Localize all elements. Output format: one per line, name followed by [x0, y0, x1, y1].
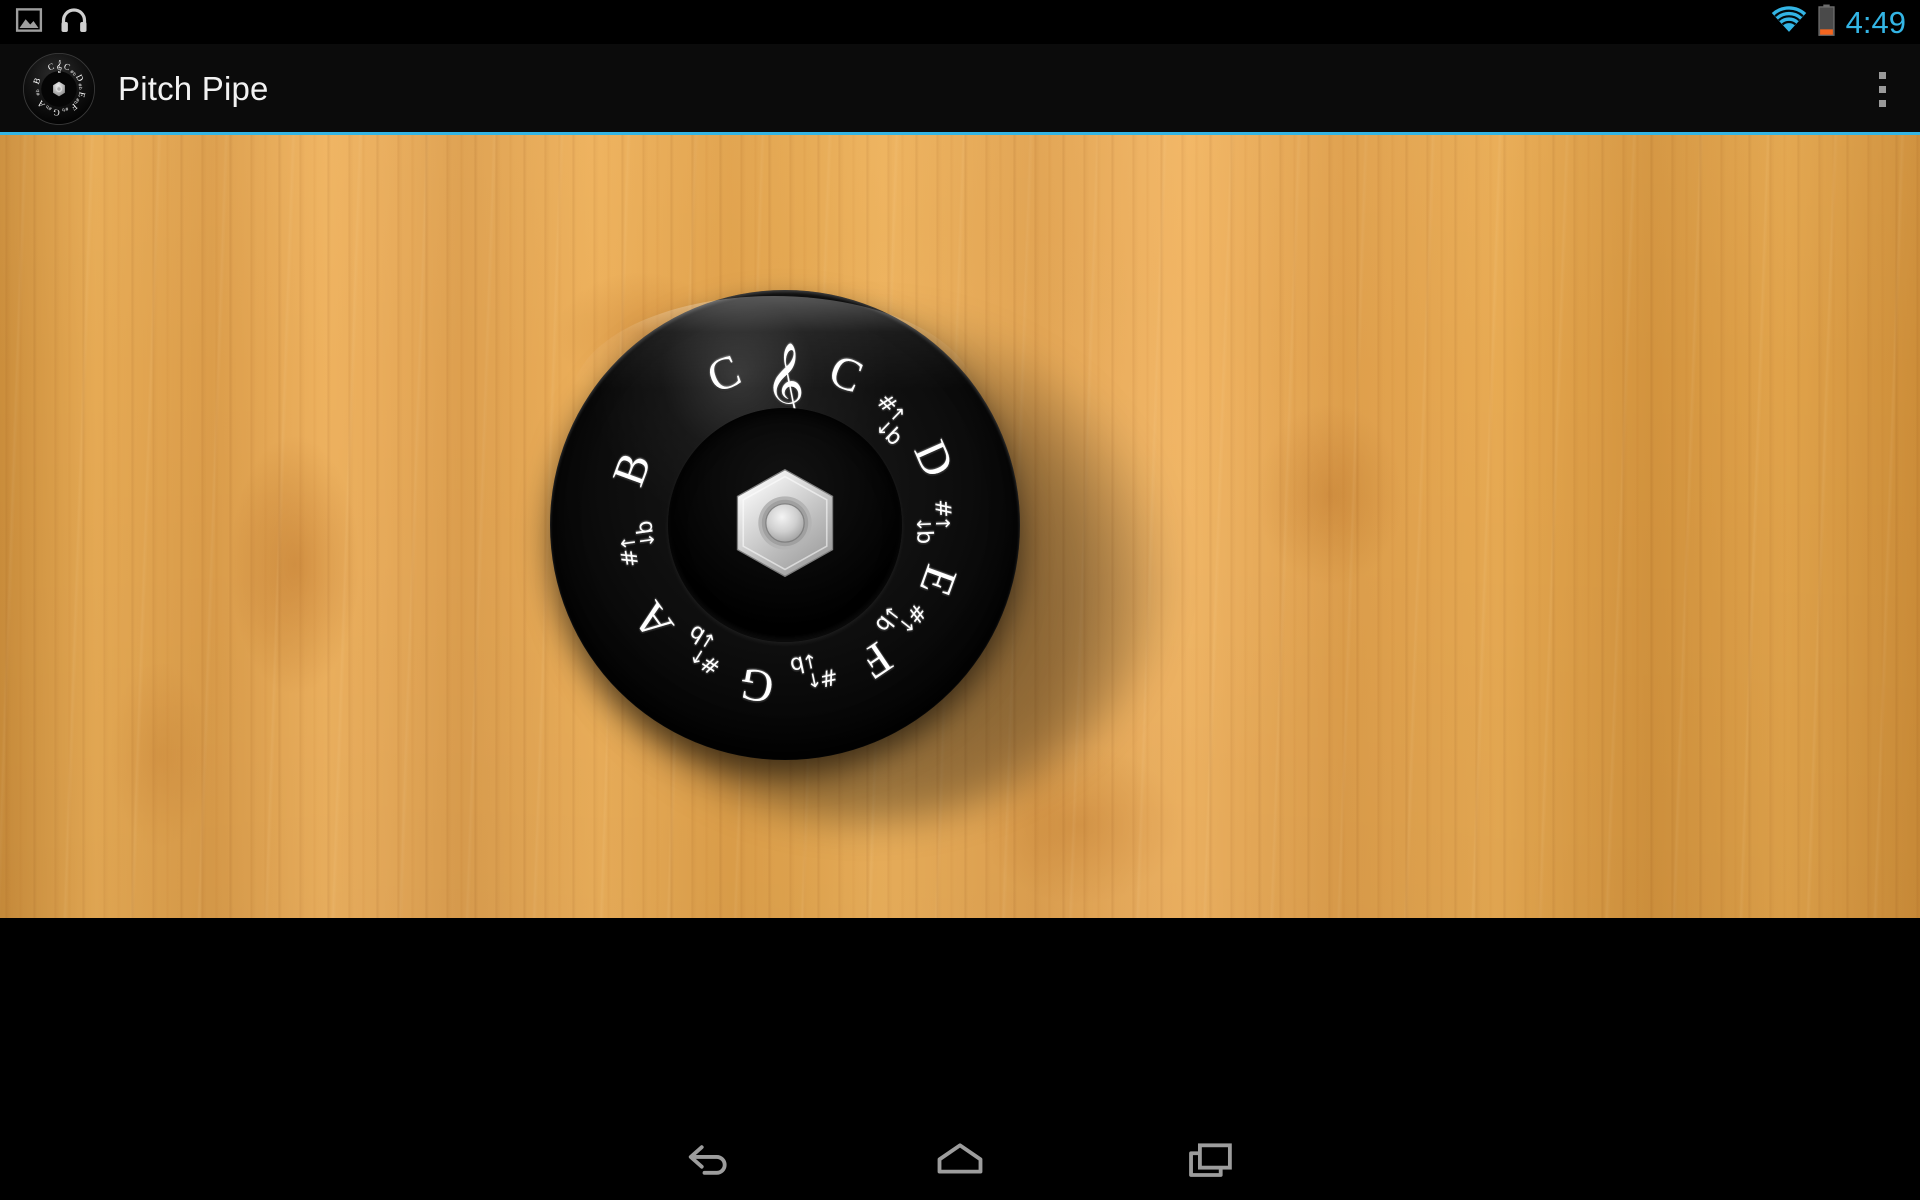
hex-nut-icon[interactable]: [727, 465, 843, 581]
status-clock: 4:49: [1845, 4, 1906, 40]
battery-low-icon: [1817, 4, 1836, 41]
overflow-dot: [1878, 99, 1886, 107]
pitch-wheel[interactable]: C C D E F G A B # ↑ ↓ b # ↑ ↓ b # ↑ ↓ b …: [550, 290, 1020, 760]
svg-text:𝄞: 𝄞: [56, 60, 63, 73]
action-bar: C C D E F G A B #b #b #b #b #b #b �: [0, 44, 1920, 134]
nav-back-button[interactable]: [665, 1120, 755, 1200]
nav-recents-button[interactable]: [1165, 1120, 1255, 1200]
headphones-icon: [58, 5, 90, 40]
overflow-dot: [1878, 71, 1886, 79]
nav-home-button[interactable]: [915, 1120, 1005, 1200]
overflow-menu-icon[interactable]: [1854, 52, 1910, 126]
screenshot-icon: [14, 5, 44, 40]
svg-text:#b: #b: [76, 83, 83, 90]
wifi-icon: [1771, 5, 1807, 40]
pitch-pipe-app-icon[interactable]: C C D E F G A B #b #b #b #b #b #b �: [22, 52, 96, 126]
status-bar: 4:49: [0, 0, 1920, 44]
action-bar-accent-underline: [0, 132, 1920, 135]
main-content: C C D E F G A B # ↑ ↓ b # ↑ ↓ b # ↑ ↓ b …: [0, 135, 1920, 918]
overflow-dot: [1878, 85, 1886, 93]
page-title: Pitch Pipe: [118, 70, 269, 107]
pitch-wheel-area: C C D E F G A B # ↑ ↓ b # ↑ ↓ b # ↑ ↓ b …: [0, 135, 1920, 918]
navigation-bar: [0, 1120, 1920, 1200]
android-screen: 4:49 C C D E F G A B #b #b #b #b #b #b 𝄞…: [0, 0, 1920, 1200]
status-bar-system-icons: 4:49: [1771, 4, 1906, 41]
status-bar-notifications: [14, 5, 90, 40]
